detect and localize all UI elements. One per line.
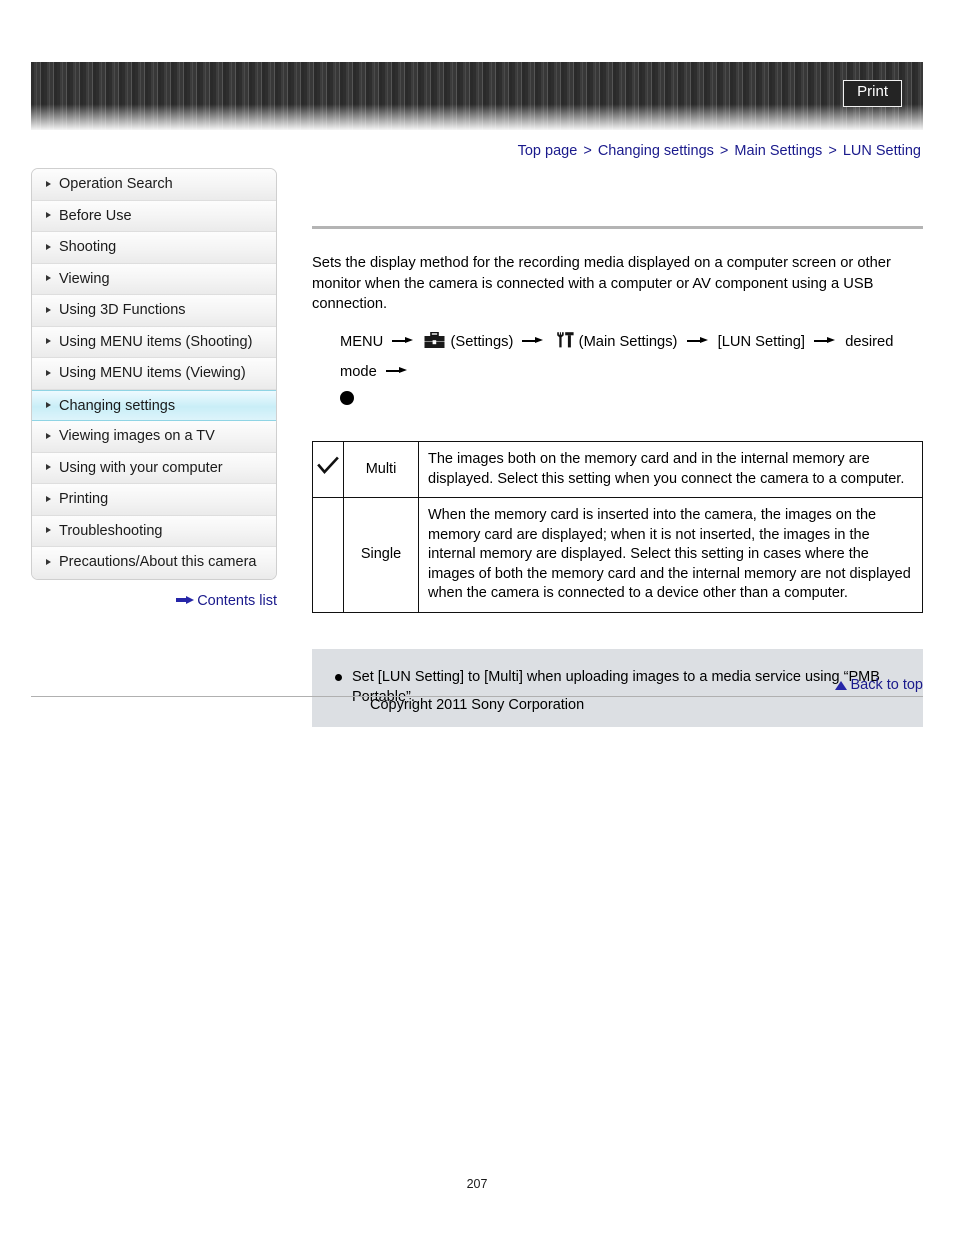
- sidebar-item-viewing[interactable]: Viewing: [32, 263, 276, 295]
- sidebar-item-label: Viewing: [59, 270, 110, 287]
- breadcrumb-separator: >: [719, 143, 729, 159]
- menu-path-start: MENU: [340, 334, 384, 351]
- sidebar-item-using-menu-items-shooting[interactable]: Using MENU items (Shooting): [32, 326, 276, 358]
- page-number: 207: [466, 1177, 488, 1191]
- breadcrumb-item-lun-setting[interactable]: LUN Setting: [843, 143, 921, 159]
- arrow-right-icon: [814, 336, 836, 346]
- sidebar-navigation: Operation Search Before Use Shooting Vie…: [31, 168, 277, 580]
- arrow-right-icon: [686, 336, 709, 346]
- sidebar-item-changing-settings[interactable]: Changing settings: [32, 389, 276, 421]
- triangle-right-icon: [46, 275, 51, 282]
- lun-setting-options-table: Multi The images both on the memory card…: [312, 441, 923, 613]
- sidebar-item-label: Operation Search: [59, 176, 173, 192]
- check-icon: [317, 457, 339, 480]
- triangle-right-icon: [46, 527, 51, 534]
- contents-list-link[interactable]: Contents list: [31, 593, 277, 609]
- main-content: Sets the display method for the recordin…: [312, 168, 923, 727]
- breadcrumb-item-main-settings[interactable]: Main Settings: [734, 143, 822, 159]
- breadcrumb: Top page > Changing settings > Main Sett…: [518, 143, 921, 159]
- option-description: The images both on the memory card and i…: [418, 441, 923, 499]
- option-name: Multi: [343, 441, 419, 499]
- sidebar-item-label: Changing settings: [59, 397, 176, 414]
- sidebar-item-label: Viewing images on a TV: [59, 428, 215, 444]
- table-row: Multi The images both on the memory card…: [312, 441, 923, 499]
- sidebar-item-label: Before Use: [59, 207, 132, 224]
- back-to-top-label: Back to top: [850, 677, 923, 693]
- settings-label: (Settings): [450, 334, 514, 351]
- sidebar-item-label: Using 3D Functions: [59, 302, 186, 318]
- triangle-right-icon: [46, 369, 51, 376]
- center-button-icon: [340, 391, 354, 406]
- back-to-top-link[interactable]: Back to top: [312, 677, 923, 693]
- sidebar-item-troubleshooting[interactable]: Troubleshooting: [32, 515, 276, 547]
- sidebar-item-label: Precautions/About this camera: [59, 554, 257, 570]
- sidebar-item-viewing-images-on-a-tv[interactable]: Viewing images on a TV: [32, 421, 276, 453]
- sidebar-item-operation-search[interactable]: Operation Search: [32, 169, 276, 201]
- triangle-right-icon: [46, 464, 51, 471]
- triangle-up-icon: [835, 681, 848, 690]
- table-row: Single When the memory card is inserted …: [312, 497, 923, 613]
- sidebar-item-using-with-your-computer[interactable]: Using with your computer: [32, 452, 276, 484]
- sidebar-item-using-menu-items-viewing[interactable]: Using MENU items (Viewing): [32, 358, 276, 390]
- sidebar-item-shooting[interactable]: Shooting: [32, 232, 276, 264]
- sidebar-item-before-use[interactable]: Before Use: [32, 200, 276, 232]
- triangle-right-icon: [46, 306, 51, 313]
- arrow-right-icon: [392, 336, 414, 346]
- option-description: When the memory card is inserted into th…: [418, 497, 923, 613]
- intro-paragraph: Sets the display method for the recordin…: [312, 255, 891, 312]
- arrow-right-icon: [176, 596, 195, 605]
- header-banner: Print: [31, 62, 923, 130]
- triangle-right-icon: [46, 495, 51, 502]
- sidebar-item-printing[interactable]: Printing: [32, 484, 276, 516]
- sidebar-item-label: Shooting: [59, 239, 117, 255]
- breadcrumb-separator: >: [583, 143, 592, 159]
- breadcrumb-item-changing-settings[interactable]: Changing settings: [598, 143, 714, 159]
- sidebar-item-label: Using MENU items (Viewing): [59, 365, 246, 381]
- selected-check-cell: [312, 441, 344, 499]
- sidebar-item-label: Using MENU items (Shooting): [59, 333, 253, 350]
- arrow-right-icon: [385, 366, 408, 376]
- copyright-text: Copyright 2011 Sony Corporation: [370, 697, 585, 713]
- main-settings-label: (Main Settings): [578, 334, 678, 351]
- wrench-main-settings-icon: [555, 331, 574, 359]
- triangle-right-icon: [46, 212, 51, 219]
- sidebar-item-using-3d-functions[interactable]: Using 3D Functions: [32, 295, 276, 327]
- triangle-right-icon: [46, 338, 51, 345]
- toolbox-settings-icon: [424, 331, 445, 359]
- sidebar-item-label: Printing: [59, 491, 109, 507]
- print-button[interactable]: Print: [843, 80, 902, 107]
- breadcrumb-separator: >: [828, 143, 837, 159]
- content-divider: [312, 226, 923, 229]
- sidebar-item-precautions-about-this-camera[interactable]: Precautions/About this camera: [32, 547, 276, 579]
- option-name: Single: [343, 497, 419, 613]
- triangle-right-icon: [46, 432, 51, 439]
- triangle-right-icon: [46, 180, 51, 187]
- lun-setting-label: [LUN Setting]: [717, 334, 805, 351]
- triangle-right-icon: [46, 401, 51, 408]
- triangle-right-icon: [46, 559, 51, 566]
- selected-check-cell: [312, 497, 344, 613]
- menu-path: MENU (Settings) (Main Settings) [LUN Set…: [340, 329, 923, 413]
- arrow-right-icon: [522, 336, 544, 346]
- breadcrumb-item-top-page[interactable]: Top page: [518, 143, 578, 159]
- sidebar-item-label: Troubleshooting: [59, 522, 163, 539]
- triangle-right-icon: [46, 243, 51, 250]
- contents-list-label: Contents list: [197, 593, 277, 609]
- sidebar-item-label: Using with your computer: [59, 459, 223, 476]
